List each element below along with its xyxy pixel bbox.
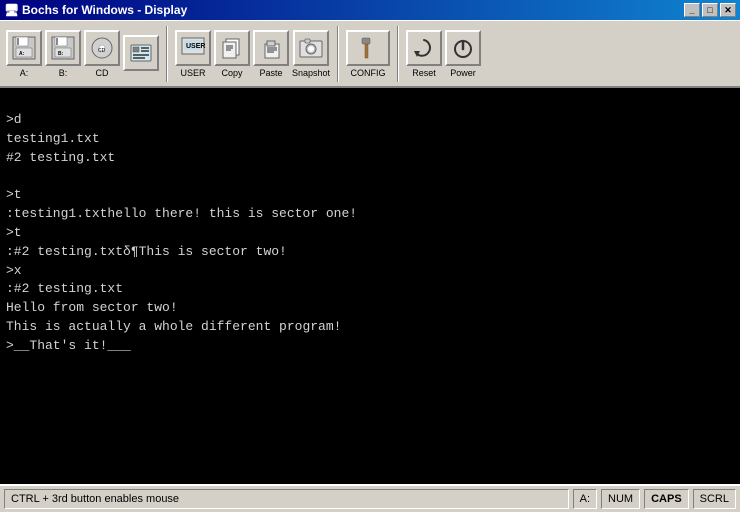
copy-icon bbox=[218, 34, 246, 62]
cd-label: CD bbox=[96, 68, 109, 78]
tool-user[interactable]: USER USER bbox=[175, 30, 211, 78]
reset-button[interactable] bbox=[406, 30, 442, 66]
cd-icon: CD bbox=[88, 34, 116, 62]
minimize-button[interactable]: _ bbox=[684, 3, 700, 17]
tool-reset[interactable]: Reset bbox=[406, 30, 442, 78]
power-button[interactable] bbox=[445, 30, 481, 66]
floppy-a-label: A: bbox=[20, 68, 29, 78]
copy-button[interactable] bbox=[214, 30, 250, 66]
svg-text:USER: USER bbox=[186, 43, 205, 50]
config0-button[interactable] bbox=[123, 35, 159, 71]
tool-cd[interactable]: CD CD bbox=[84, 30, 120, 78]
terminal-output: >d testing1.txt #2 testing.txt >t :testi… bbox=[6, 92, 734, 356]
cd-button[interactable]: CD bbox=[84, 30, 120, 66]
toolbar-sep-2 bbox=[337, 26, 339, 82]
snapshot-icon bbox=[297, 34, 325, 62]
user-label: USER bbox=[180, 68, 205, 78]
svg-text:CD: CD bbox=[98, 48, 106, 54]
copy-label: Copy bbox=[221, 68, 242, 78]
toolbar-group-config: CONFIG bbox=[344, 30, 392, 78]
reset-icon bbox=[410, 34, 438, 62]
status-a: A: bbox=[573, 489, 597, 509]
status-scrl: SCRL bbox=[693, 489, 736, 509]
tool-floppy-a[interactable]: A: A: bbox=[6, 30, 42, 78]
toolbar-group-drives: A: A: B: B: CD bbox=[4, 30, 161, 78]
app-icon: 🖥 bbox=[4, 3, 18, 17]
title-bar-left: 🖥 Bochs for Windows - Display bbox=[4, 3, 187, 17]
toolbar-sep-1 bbox=[166, 26, 168, 82]
paste-button[interactable] bbox=[253, 30, 289, 66]
status-caps: CAPS bbox=[644, 489, 689, 509]
status-num: NUM bbox=[601, 489, 640, 509]
user-icon: USER bbox=[179, 34, 207, 62]
svg-text:B:: B: bbox=[58, 51, 64, 57]
window-title: Bochs for Windows - Display bbox=[22, 3, 187, 17]
maximize-button[interactable]: □ bbox=[702, 3, 718, 17]
status-bar: CTRL + 3rd button enables mouse A: NUM C… bbox=[0, 484, 740, 512]
config0-icon bbox=[127, 39, 155, 67]
power-icon bbox=[449, 34, 477, 62]
reset-label: Reset bbox=[412, 68, 436, 78]
tool-power[interactable]: Power bbox=[445, 30, 481, 78]
toolbar: A: A: B: B: CD bbox=[0, 20, 740, 88]
floppy-a-icon: A: bbox=[10, 34, 38, 62]
tool-floppy-b[interactable]: B: B: bbox=[45, 30, 81, 78]
tool-config-main[interactable]: CONFIG bbox=[346, 30, 390, 78]
floppy-b-label: B: bbox=[59, 68, 68, 78]
floppy-b-icon: B: bbox=[49, 34, 77, 62]
toolbar-group-edit: USER USER Copy bbox=[173, 30, 332, 78]
user-button[interactable]: USER bbox=[175, 30, 211, 66]
paste-icon bbox=[257, 34, 285, 62]
paste-label: Paste bbox=[259, 68, 282, 78]
config-main-button[interactable] bbox=[346, 30, 390, 66]
tool-copy[interactable]: Copy bbox=[214, 30, 250, 78]
power-label: Power bbox=[450, 68, 476, 78]
floppy-a-button[interactable]: A: bbox=[6, 30, 42, 66]
floppy-b-button[interactable]: B: bbox=[45, 30, 81, 66]
config-main-icon bbox=[350, 32, 386, 64]
title-bar: 🖥 Bochs for Windows - Display _ □ ✕ bbox=[0, 0, 740, 20]
tool-snapshot[interactable]: Snapshot bbox=[292, 30, 330, 78]
tool-paste[interactable]: Paste bbox=[253, 30, 289, 78]
config-main-label: CONFIG bbox=[351, 68, 386, 78]
close-button[interactable]: ✕ bbox=[720, 3, 736, 17]
snapshot-button[interactable] bbox=[293, 30, 329, 66]
snapshot-label: Snapshot bbox=[292, 68, 330, 78]
svg-text:A:: A: bbox=[19, 51, 25, 57]
tool-config0[interactable] bbox=[123, 35, 159, 73]
title-controls[interactable]: _ □ ✕ bbox=[684, 3, 736, 17]
terminal-area: >d testing1.txt #2 testing.txt >t :testi… bbox=[0, 88, 740, 484]
toolbar-sep-3 bbox=[397, 26, 399, 82]
status-main-text: CTRL + 3rd button enables mouse bbox=[4, 489, 569, 509]
toolbar-group-power: Reset Power bbox=[404, 30, 483, 78]
